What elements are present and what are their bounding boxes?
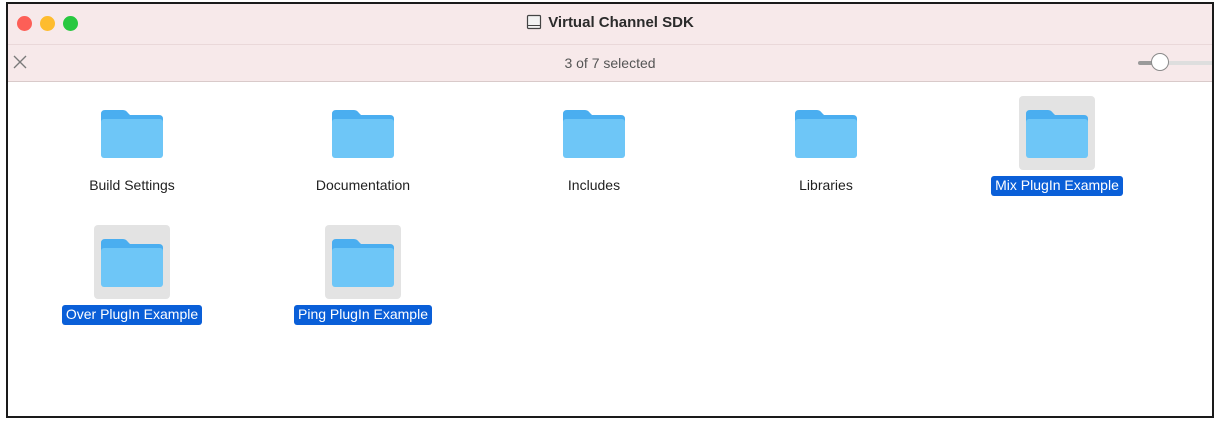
title-bar[interactable]: Virtual Channel SDK [8,4,1212,44]
folder-icon-box [556,96,632,170]
folder-label: Documentation [315,177,411,193]
folder-label: Includes [567,177,621,193]
folder-icon [332,110,394,158]
folder-icon-box [94,96,170,170]
folder-icon-box [788,96,864,170]
folder-label-selected: Ping PlugIn Example [294,305,432,325]
folder-label-selected: Over PlugIn Example [61,305,203,325]
folder-icon [101,239,163,287]
folder-icon [563,110,625,158]
folder-icon-box-selected [325,225,401,299]
window-title: Virtual Channel SDK [548,14,694,31]
status-bar: 3 of 7 selected [8,44,1212,82]
slider-knob[interactable] [1151,53,1169,71]
folder-icon [795,110,857,158]
disk-icon [527,14,542,30]
folder-item-documentation[interactable]: Documentation [263,96,463,196]
folder-item-ping-plugin-example[interactable]: Ping PlugIn Example [263,225,463,325]
folder-item-build-settings[interactable]: Build Settings [32,96,232,196]
folder-icon [332,239,394,287]
folder-label: Libraries [799,177,853,193]
folder-item-includes[interactable]: Includes [494,96,694,196]
finder-window: Virtual Channel SDK 3 of 7 selected Buil… [6,2,1214,418]
window-title-container: Virtual Channel SDK [8,13,1212,33]
folder-icon-box [325,96,401,170]
folder-label-selected: Mix PlugIn Example [991,176,1123,196]
folder-label: Build Settings [89,177,175,193]
folder-icon-box-selected [94,225,170,299]
folder-item-over-plugin-example[interactable]: Over PlugIn Example [32,225,232,325]
selection-status: 3 of 7 selected [564,55,656,71]
folder-icon [1026,110,1088,158]
icon-size-slider[interactable] [1138,53,1212,73]
folder-item-mix-plugin-example[interactable]: Mix PlugIn Example [957,96,1157,196]
folder-icon-box-selected [1019,96,1095,170]
folder-icon [101,110,163,158]
slider-track-empty [1166,61,1212,65]
folder-item-libraries[interactable]: Libraries [726,96,926,196]
